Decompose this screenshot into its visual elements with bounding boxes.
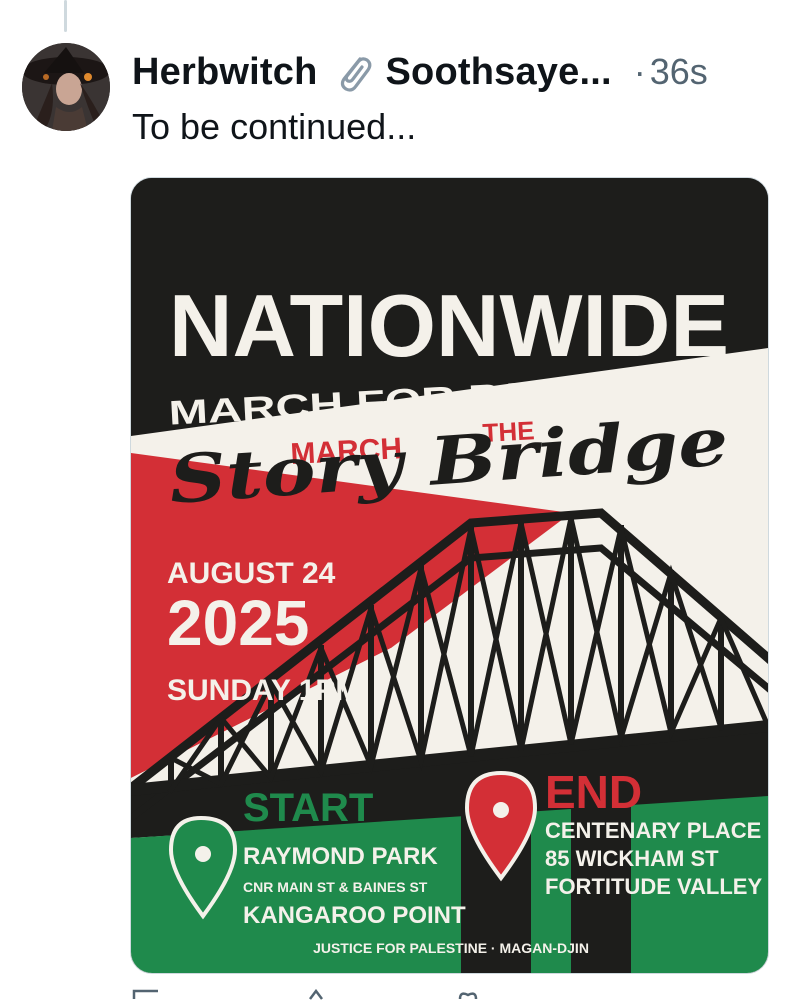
repost-icon[interactable] — [302, 988, 330, 1000]
poster-date-line: AUGUST 24 — [167, 557, 336, 590]
avatar[interactable] — [22, 43, 110, 131]
paperclip-icon — [330, 49, 376, 95]
post-text: To be continued... — [132, 106, 417, 147]
avatar-illustration — [22, 43, 110, 131]
poster-end-line3: FORTITUDE VALLEY — [545, 874, 762, 899]
post-timestamp[interactable]: 36s — [650, 51, 708, 93]
poster-start-line1: RAYMOND PARK — [243, 843, 438, 870]
post-header: Herbwitch Soothsaye... · 36s — [132, 50, 708, 94]
header-separator: · — [633, 51, 646, 92]
march-poster: NATIONWIDE MARCH FOR PALESTINE MARCH THE… — [131, 178, 768, 973]
poster-end-line1: CENTENARY PLACE — [545, 818, 761, 843]
poster-end-line2: 85 WICKHAM ST — [545, 846, 719, 871]
poster-footer: JUSTICE FOR PALESTINE · MAGAN-DJIN — [313, 940, 589, 956]
post-media-image[interactable]: NATIONWIDE MARCH FOR PALESTINE MARCH THE… — [130, 177, 769, 974]
display-name[interactable]: Herbwitch — [132, 51, 318, 94]
second-display-name[interactable]: Soothsaye... — [386, 51, 612, 94]
post-actions-row — [130, 988, 767, 1000]
poster-day-time: SUNDAY 1PM — [167, 674, 360, 707]
thread-connector-line — [64, 0, 67, 32]
poster-start-line2: CNR MAIN ST & BAINES ST — [243, 879, 428, 895]
poster-year: 2025 — [167, 587, 309, 659]
poster-end-label: END — [545, 766, 642, 818]
reply-icon[interactable] — [132, 988, 160, 1000]
poster-headline: NATIONWIDE — [169, 276, 729, 375]
poster-start-label: START — [243, 786, 373, 830]
poster-start-line3: KANGAROO POINT — [243, 902, 466, 929]
like-icon[interactable] — [454, 988, 482, 1000]
